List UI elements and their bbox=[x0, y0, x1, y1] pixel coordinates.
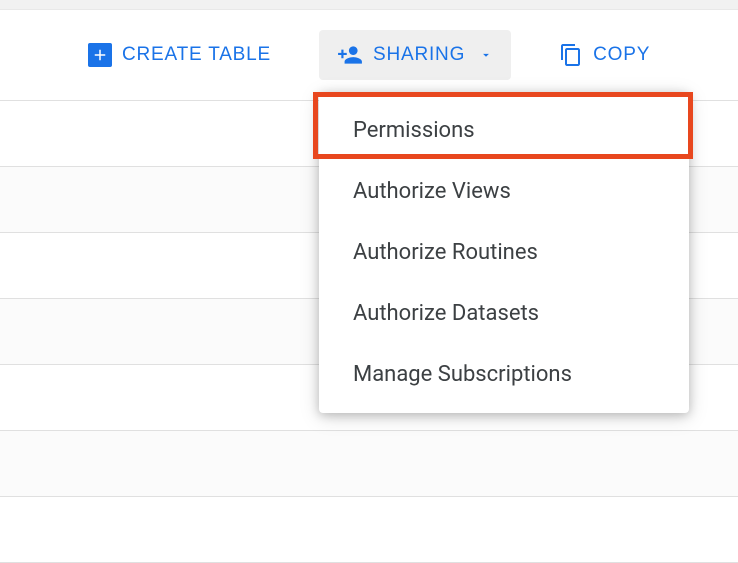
copy-label: COPY bbox=[593, 44, 650, 66]
table-row bbox=[0, 497, 738, 563]
copy-button[interactable]: COPY bbox=[541, 31, 668, 79]
dropdown-item-manage-subscriptions[interactable]: Manage Subscriptions bbox=[319, 344, 689, 405]
dropdown-item-authorize-views[interactable]: Authorize Views bbox=[319, 161, 689, 222]
top-bar bbox=[0, 0, 738, 10]
sharing-button[interactable]: SHARING bbox=[319, 30, 511, 80]
plus-icon bbox=[88, 43, 112, 67]
dropdown-item-authorize-routines[interactable]: Authorize Routines bbox=[319, 222, 689, 283]
sharing-dropdown-menu: Permissions Authorize Views Authorize Ro… bbox=[319, 92, 689, 413]
person-add-icon bbox=[337, 42, 363, 68]
dropdown-item-authorize-datasets[interactable]: Authorize Datasets bbox=[319, 283, 689, 344]
create-table-button[interactable]: CREATE TABLE bbox=[70, 31, 289, 79]
sharing-label: SHARING bbox=[373, 44, 465, 66]
table-row bbox=[0, 431, 738, 497]
copy-icon bbox=[559, 43, 583, 67]
create-table-label: CREATE TABLE bbox=[122, 44, 271, 66]
dropdown-item-permissions[interactable]: Permissions bbox=[319, 100, 689, 161]
dropdown-arrow-icon bbox=[479, 48, 493, 62]
toolbar: CREATE TABLE SHARING COPY bbox=[0, 10, 738, 100]
